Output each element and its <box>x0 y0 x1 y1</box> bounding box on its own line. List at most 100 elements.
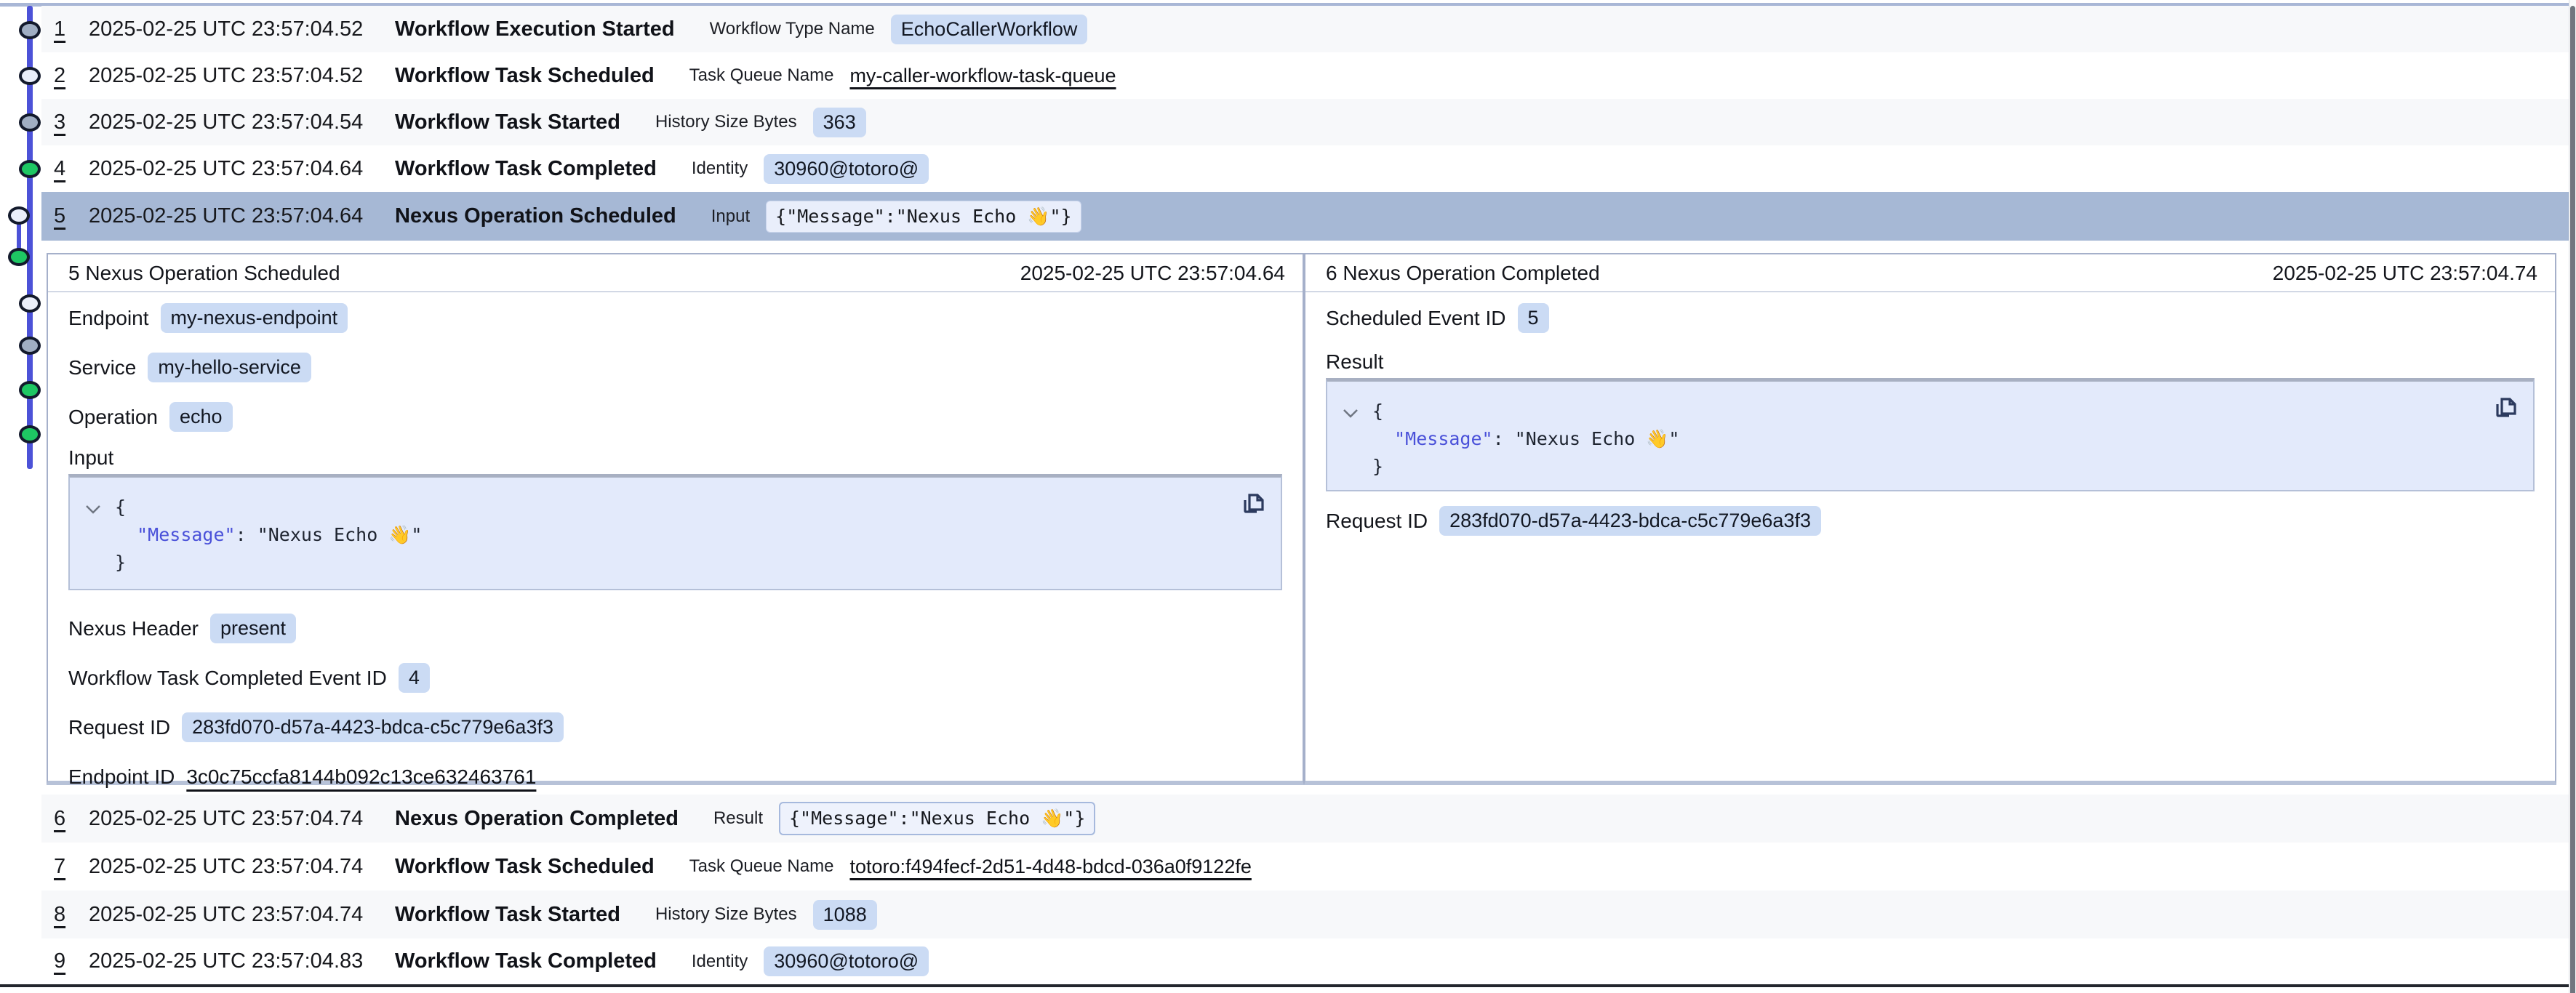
event-detail-value: EchoCallerWorkflow <box>891 15 1088 44</box>
field-label: Scheduled Event ID <box>1326 307 1506 330</box>
json-content: { "Message": "Nexus Echo 👋" } <box>115 494 422 576</box>
json-content: { "Message": "Nexus Echo 👋" } <box>1372 398 1679 481</box>
field-value-badge: echo <box>169 402 233 432</box>
field-value-badge: my-hello-service <box>148 353 311 382</box>
field-value-badge: 283fd070-d57a-4423-bdca-c5c779e6a3f3 <box>1439 506 1821 536</box>
event-timestamp: 2025-02-25 UTC 23:57:04.83 <box>89 949 395 973</box>
panel-timestamp: 2025-02-25 UTC 23:57:04.74 <box>2273 262 2537 285</box>
field-wft-completed-event-id: Workflow Task Completed Event ID 4 <box>68 663 1282 693</box>
timeline-event-dot-2[interactable] <box>19 67 41 85</box>
timeline-event-dot-7[interactable] <box>19 294 41 313</box>
event-id-link[interactable]: 4 <box>54 157 89 181</box>
event-detail-value: {"Message":"Nexus Echo 👋"} <box>779 802 1095 835</box>
panel-header: 6 Nexus Operation Completed 2025-02-25 U… <box>1305 254 2555 292</box>
event-detail-value: 30960@totoro@ <box>764 946 929 976</box>
history-event-row-5[interactable]: 52025-02-25 UTC 23:57:04.64Nexus Operati… <box>41 192 2569 241</box>
event-name: Nexus Operation Completed <box>395 807 679 831</box>
field-request-id: Request ID 283fd070-d57a-4423-bdca-c5c77… <box>1326 506 2535 536</box>
event-name: Workflow Task Scheduled <box>395 855 655 879</box>
event-timestamp: 2025-02-25 UTC 23:57:04.74 <box>89 807 395 831</box>
timeline-event-dot-6[interactable] <box>8 248 30 266</box>
scrollbar-thumb[interactable] <box>2570 6 2575 993</box>
event-detail-label: History Size Bytes <box>655 904 797 925</box>
event-id-link[interactable]: 5 <box>54 204 89 228</box>
event-detail-label: Identity <box>692 158 748 179</box>
event-detail-label: Identity <box>692 952 748 972</box>
timeline-event-dot-3[interactable] <box>19 113 41 132</box>
field-label: Service <box>68 356 136 379</box>
event-name: Workflow Task Completed <box>395 157 657 181</box>
event-detail-label: Task Queue Name <box>689 856 834 877</box>
event-id-link[interactable]: 1 <box>54 17 89 41</box>
result-section-label: Result <box>1326 350 2535 374</box>
field-value-badge: present <box>210 614 296 643</box>
event-name: Workflow Task Scheduled <box>395 64 655 88</box>
event-detail-badge: 1088 <box>813 900 877 930</box>
task-queue-link[interactable]: my-caller-workflow-task-queue <box>849 65 1116 87</box>
field-label: Request ID <box>68 716 170 739</box>
event-detail-label: Task Queue Name <box>689 65 834 86</box>
field-value-badge: my-nexus-endpoint <box>161 303 348 333</box>
collapse-chevron-icon[interactable] <box>84 504 102 515</box>
field-label: Operation <box>68 406 158 429</box>
field-request-id: Request ID 283fd070-d57a-4423-bdca-c5c77… <box>68 712 1282 742</box>
event-id-link[interactable]: 6 <box>54 807 89 831</box>
event-timestamp: 2025-02-25 UTC 23:57:04.52 <box>89 64 395 88</box>
field-operation: Operation echo <box>68 402 1282 432</box>
history-event-row-6[interactable]: 62025-02-25 UTC 23:57:04.74Nexus Operati… <box>41 795 2569 843</box>
endpoint-id-link[interactable]: 3c0c75ccfa8144b092c13ce632463761 <box>186 765 536 789</box>
event-id-link[interactable]: 8 <box>54 903 89 927</box>
collapse-chevron-icon[interactable] <box>1342 408 1359 419</box>
event-timestamp: 2025-02-25 UTC 23:57:04.74 <box>89 903 395 927</box>
event-detail-label: Workflow Type Name <box>710 19 875 39</box>
timeline-event-dot-1[interactable] <box>19 21 41 39</box>
event-name: Nexus Operation Scheduled <box>395 204 676 228</box>
event-id-link[interactable]: 3 <box>54 110 89 134</box>
history-event-row-3[interactable]: 32025-02-25 UTC 23:57:04.54Workflow Task… <box>41 99 2569 145</box>
event-timestamp: 2025-02-25 UTC 23:57:04.54 <box>89 110 395 134</box>
field-scheduled-event-id: Scheduled Event ID 5 <box>1326 303 2535 333</box>
field-label: Request ID <box>1326 510 1428 533</box>
event-detail-panel-scheduled: 5 Nexus Operation Scheduled 2025-02-25 U… <box>47 253 1304 785</box>
event-timestamp: 2025-02-25 UTC 23:57:04.64 <box>89 204 395 228</box>
timeline-event-dot-5[interactable] <box>8 206 30 225</box>
timeline-event-dot-8[interactable] <box>19 337 41 355</box>
field-endpoint: Endpoint my-nexus-endpoint <box>68 303 1282 333</box>
event-id-link[interactable]: 9 <box>54 949 89 973</box>
task-queue-link[interactable]: totoro:f494fecf-2d51-4d48-bdcd-036a0f912… <box>849 856 1251 877</box>
timeline-event-dot-9[interactable] <box>19 381 41 399</box>
field-nexus-header: Nexus Header present <box>68 614 1282 643</box>
timeline-event-dot-4[interactable] <box>19 160 41 178</box>
copy-icon[interactable] <box>1236 489 1266 520</box>
event-detail-label: Result <box>713 808 763 829</box>
event-id-link[interactable]: 7 <box>54 855 89 879</box>
event-timestamp: 2025-02-25 UTC 23:57:04.52 <box>89 17 395 41</box>
field-value-badge: 283fd070-d57a-4423-bdca-c5c779e6a3f3 <box>182 712 564 742</box>
event-detail-value: 1088 <box>813 900 877 930</box>
field-endpoint-id: Endpoint ID 3c0c75ccfa8144b092c13ce63246… <box>68 765 1282 789</box>
event-timestamp: 2025-02-25 UTC 23:57:04.74 <box>89 855 395 879</box>
copy-icon[interactable] <box>2488 393 2519 424</box>
event-id-link[interactable]: 2 <box>54 64 89 88</box>
event-detail-label: Input <box>711 206 750 227</box>
event-payload-badge: {"Message":"Nexus Echo 👋"} <box>766 201 1081 233</box>
event-detail-label: History Size Bytes <box>655 112 797 132</box>
history-event-row-8[interactable]: 82025-02-25 UTC 23:57:04.74Workflow Task… <box>41 891 2569 938</box>
event-detail-value: 363 <box>813 108 866 137</box>
field-label: Workflow Task Completed Event ID <box>68 667 387 690</box>
event-timestamp: 2025-02-25 UTC 23:57:04.64 <box>89 157 395 181</box>
history-event-row-4[interactable]: 42025-02-25 UTC 23:57:04.64Workflow Task… <box>41 145 2569 192</box>
history-event-row-1[interactable]: 12025-02-25 UTC 23:57:04.52Workflow Exec… <box>41 6 2569 52</box>
event-detail-badge: EchoCallerWorkflow <box>891 15 1088 44</box>
event-detail-panel-completed: 6 Nexus Operation Completed 2025-02-25 U… <box>1304 253 2556 785</box>
history-event-row-2[interactable]: 22025-02-25 UTC 23:57:04.52Workflow Task… <box>41 52 2569 99</box>
input-json-viewer: { "Message": "Nexus Echo 👋" } <box>68 474 1282 590</box>
event-name: Workflow Task Started <box>395 903 620 927</box>
history-event-row-9[interactable]: 92025-02-25 UTC 23:57:04.83Workflow Task… <box>41 938 2569 984</box>
event-detail-value: {"Message":"Nexus Echo 👋"} <box>766 201 1081 233</box>
field-service: Service my-hello-service <box>68 353 1282 382</box>
event-name: Workflow Execution Started <box>395 17 675 41</box>
timeline-event-dot-10[interactable] <box>19 425 41 443</box>
event-detail-value: totoro:f494fecf-2d51-4d48-bdcd-036a0f912… <box>849 856 1251 878</box>
history-event-row-7[interactable]: 72025-02-25 UTC 23:57:04.74Workflow Task… <box>41 843 2569 891</box>
